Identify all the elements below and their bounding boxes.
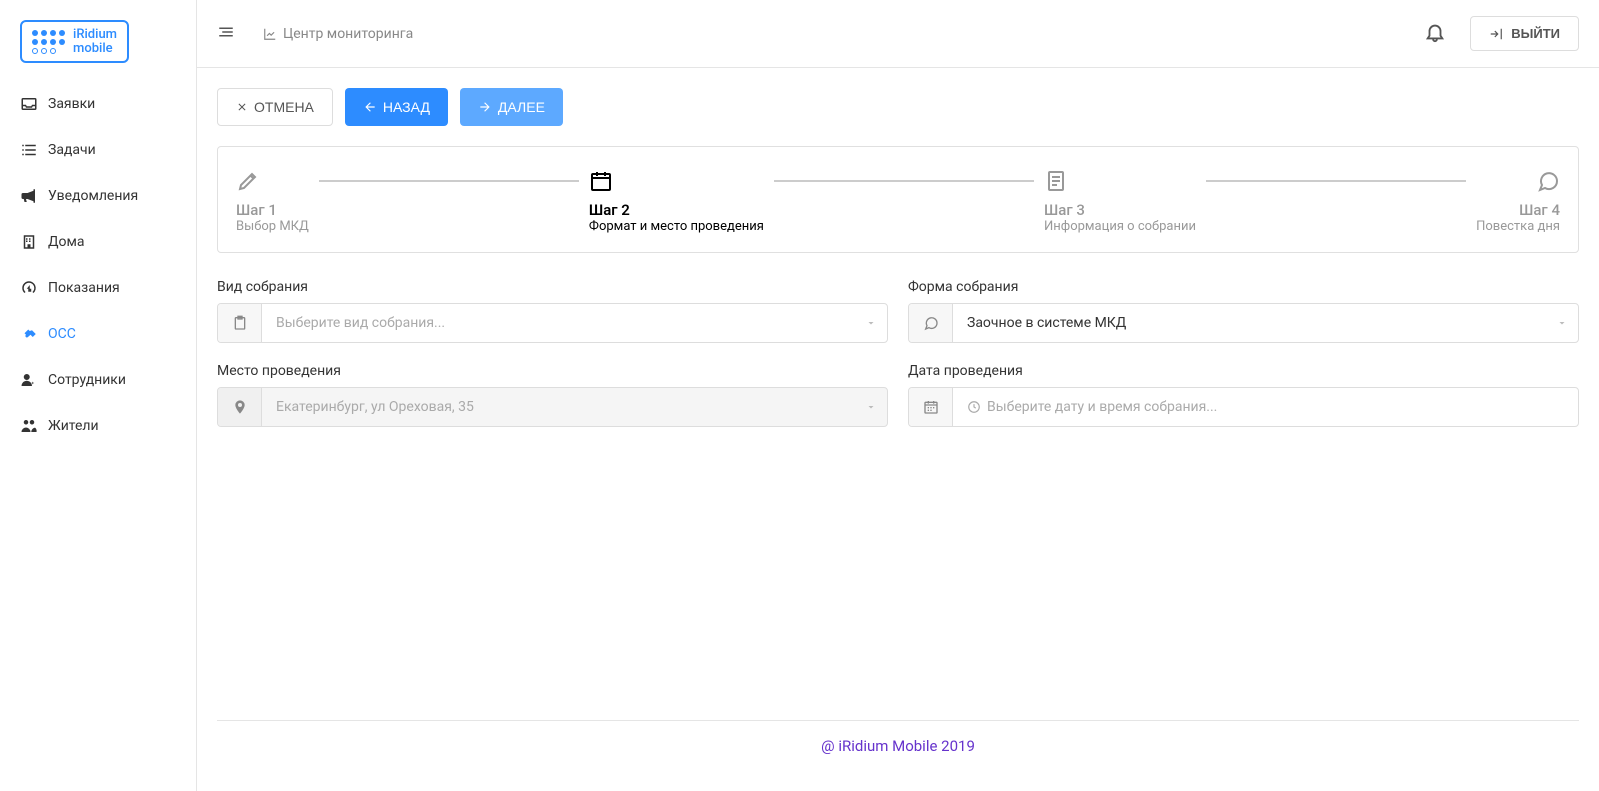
pin-icon: [218, 388, 262, 426]
step-title: Шаг 1: [236, 201, 277, 219]
chat-icon: [1536, 169, 1560, 193]
sidebar-item-notifications[interactable]: Уведомления: [0, 173, 196, 219]
logout-label: ВЫЙТИ: [1511, 26, 1560, 41]
hamburger-icon: [217, 23, 235, 41]
meeting-type-label: Вид собрания: [217, 279, 888, 295]
sidebar-item-tasks[interactable]: Задачи: [0, 127, 196, 173]
cancel-button[interactable]: ОТМЕНА: [217, 88, 333, 126]
action-bar: ОТМЕНА НАЗАД ДАЛЕЕ: [217, 88, 1579, 126]
topbar: Центр мониторинга ВЫЙТИ: [197, 0, 1599, 68]
chart-icon: [263, 27, 277, 41]
back-button[interactable]: НАЗАД: [345, 88, 448, 126]
logo-dots-icon: [32, 30, 65, 54]
close-icon: [236, 101, 248, 113]
notifications-button[interactable]: [1424, 21, 1446, 47]
location-select[interactable]: Екатеринбург, ул Ореховая, 35: [217, 387, 888, 427]
main: Центр мониторинга ВЫЙТИ ОТМЕНА: [197, 0, 1599, 791]
sidebar-item-label: Заявки: [48, 96, 95, 112]
sidebar-item-oss[interactable]: ОСС: [0, 311, 196, 357]
building-icon: [20, 233, 38, 251]
nav: Заявки Задачи Уведомления Дома Показания…: [0, 81, 196, 449]
sidebar-item-label: Дома: [48, 234, 85, 250]
step-3: Шаг 3 Информация о собрании: [1044, 169, 1196, 234]
sidebar: iRidium mobile Заявки Задачи Уведомления…: [0, 0, 197, 791]
date-label: Дата проведения: [908, 363, 1579, 379]
wizard-steps: Шаг 1 Выбор МКД Шаг 2 Формат и место про…: [217, 146, 1579, 253]
logo[interactable]: iRidium mobile: [0, 8, 196, 81]
edit-icon: [236, 169, 260, 193]
sidebar-item-houses[interactable]: Дома: [0, 219, 196, 265]
cancel-label: ОТМЕНА: [254, 99, 314, 115]
meeting-form-label: Форма собрания: [908, 279, 1579, 295]
meeting-type-select[interactable]: Выберите вид собрания...: [217, 303, 888, 343]
step-title: Шаг 2: [589, 201, 630, 219]
logo-text: iRidium mobile: [73, 28, 117, 55]
step-2: Шаг 2 Формат и место проведения: [589, 169, 764, 234]
calendar-icon: [589, 169, 613, 193]
clock-icon: [967, 400, 981, 414]
menu-toggle[interactable]: [217, 23, 235, 45]
location-value: Екатеринбург, ул Ореховая, 35: [262, 388, 855, 426]
date-placeholder: Выберите дату и время собрания...: [953, 388, 1578, 426]
meeting-form-value: Заочное в системе МКД: [953, 304, 1546, 342]
gauge-icon: [20, 279, 38, 297]
date-input[interactable]: Выберите дату и время собрания...: [908, 387, 1579, 427]
step-1: Шаг 1 Выбор МКД: [236, 169, 309, 234]
next-label: ДАЛЕЕ: [498, 99, 545, 115]
calendar-small-icon: [909, 388, 953, 426]
sidebar-item-readings[interactable]: Показания: [0, 265, 196, 311]
logout-icon: [1489, 27, 1503, 41]
sidebar-item-residents[interactable]: Жители: [0, 403, 196, 449]
sidebar-item-label: Уведомления: [48, 188, 138, 204]
sidebar-item-label: Задачи: [48, 142, 96, 158]
footer: @ iRidium Mobile 2019: [217, 720, 1579, 771]
step-title: Шаг 4: [1519, 201, 1560, 219]
chevron-down-icon: [855, 304, 887, 342]
meeting-type-value: Выберите вид собрания...: [262, 304, 855, 342]
sidebar-item-staff[interactable]: Сотрудники: [0, 357, 196, 403]
step-subtitle: Формат и место проведения: [589, 219, 764, 234]
arrow-right-icon: [478, 100, 492, 114]
users-icon: [20, 417, 38, 435]
location-label: Место проведения: [217, 363, 888, 379]
megaphone-icon: [20, 187, 38, 205]
handshake-icon: [20, 325, 38, 343]
monitoring-link[interactable]: Центр мониторинга: [263, 26, 413, 42]
chat-bubble-icon: [909, 304, 953, 342]
step-title: Шаг 3: [1044, 201, 1085, 219]
list-icon: [20, 141, 38, 159]
sidebar-item-label: ОСС: [48, 326, 76, 342]
sidebar-item-label: Показания: [48, 280, 120, 296]
step-connector: [319, 180, 579, 182]
sidebar-item-requests[interactable]: Заявки: [0, 81, 196, 127]
logout-button[interactable]: ВЫЙТИ: [1470, 16, 1579, 51]
chevron-down-icon: [1546, 304, 1578, 342]
step-4: Шаг 4 Повестка дня: [1476, 169, 1560, 234]
sidebar-item-label: Жители: [48, 418, 99, 434]
document-icon: [1044, 169, 1068, 193]
arrow-left-icon: [363, 100, 377, 114]
monitoring-label: Центр мониторинга: [283, 26, 413, 42]
step-connector: [774, 180, 1034, 182]
inbox-icon: [20, 95, 38, 113]
next-button[interactable]: ДАЛЕЕ: [460, 88, 563, 126]
step-subtitle: Информация о собрании: [1044, 219, 1196, 234]
clipboard-icon: [218, 304, 262, 342]
bell-icon: [1424, 21, 1446, 43]
step-subtitle: Повестка дня: [1476, 219, 1560, 234]
step-connector: [1206, 180, 1466, 182]
step-subtitle: Выбор МКД: [236, 219, 309, 234]
back-label: НАЗАД: [383, 99, 430, 115]
meeting-form-select[interactable]: Заочное в системе МКД: [908, 303, 1579, 343]
user-gear-icon: [20, 371, 38, 389]
sidebar-item-label: Сотрудники: [48, 372, 126, 388]
chevron-down-icon: [855, 388, 887, 426]
